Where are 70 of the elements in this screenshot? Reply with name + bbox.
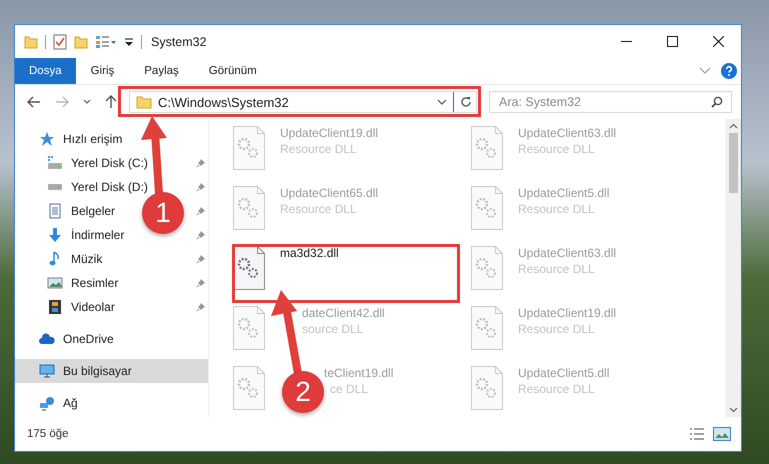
scroll-up-icon[interactable] — [728, 123, 738, 129]
file-type: Resource DLL — [280, 202, 357, 216]
ribbon-tab[interactable]: Paylaş — [129, 58, 194, 84]
monitor-icon — [39, 363, 55, 379]
gear-file-icon — [233, 186, 265, 230]
sidebar-item[interactable]: Bu bilgisayar — [63, 364, 132, 378]
gear-file-icon — [233, 306, 265, 350]
picture-icon — [47, 275, 63, 291]
scrollbar[interactable] — [725, 119, 741, 417]
recent-dropdown-icon[interactable] — [83, 99, 91, 105]
file-type: Resource DLL — [518, 382, 595, 396]
sidebar-item[interactable]: OneDrive — [63, 332, 114, 346]
file-type: Resource DLL — [518, 322, 595, 336]
document-icon — [47, 203, 63, 219]
sidebar-item[interactable]: Ağ — [63, 396, 78, 410]
file-type: Resource DLL — [518, 202, 595, 216]
window-title: System32 — [151, 34, 207, 48]
close-icon — [712, 36, 724, 47]
down-arrow-icon — [47, 227, 63, 243]
selected-row-highlight[interactable]: Bu bilgisayar — [15, 359, 208, 383]
sidebar-item[interactable]: Müzik — [71, 252, 102, 266]
chevron-down-icon[interactable] — [437, 99, 447, 105]
sidebar-item[interactable]: İndirmeler — [71, 228, 124, 242]
large-icons-view-icon[interactable] — [713, 427, 731, 441]
refresh-icon[interactable] — [460, 96, 472, 108]
gear-file-icon — [471, 246, 503, 290]
sidebar-item[interactable]: Yerel Disk (C:) — [71, 156, 148, 170]
ribbon-tab[interactable]: Dosya — [15, 58, 76, 84]
film-icon — [47, 299, 63, 315]
scroll-thumb[interactable] — [728, 133, 738, 193]
gear-file-icon — [471, 126, 503, 170]
file-type: source DLL — [302, 322, 364, 336]
gear-file-icon — [233, 366, 265, 410]
gear-file-icon — [471, 186, 503, 230]
sidebar-item[interactable]: Yerel Disk (D:) — [71, 180, 148, 194]
ribbon-tab[interactable]: Görünüm — [194, 58, 272, 84]
properties-icon[interactable] — [53, 34, 67, 50]
drive-icon — [48, 184, 62, 190]
gear-file-icon — [471, 306, 503, 350]
ribbon-tab[interactable]: Giriş — [76, 58, 130, 84]
network-icon — [39, 395, 55, 411]
up-arrow-icon[interactable] — [105, 95, 117, 109]
cloud-icon — [39, 331, 55, 347]
item-count: 175 öğe — [27, 428, 69, 440]
file-type: Resource DLL — [518, 262, 595, 276]
file-type: Resource DLL — [518, 142, 595, 156]
dropdown-icon[interactable] — [124, 36, 134, 48]
sidebar-item[interactable]: Videolar — [71, 300, 115, 314]
help-icon[interactable] — [721, 63, 737, 79]
drive-icon — [47, 155, 63, 171]
scroll-down-icon[interactable] — [728, 407, 738, 413]
sidebar-item[interactable]: Hızlı erişim — [63, 132, 122, 146]
sidebar-item[interactable]: Resimler — [71, 276, 118, 290]
file-name[interactable]: ma3d32.dll — [280, 246, 339, 260]
folder-icon — [136, 95, 152, 109]
details-view-icon[interactable] — [689, 427, 705, 441]
file-type: ce DLL — [330, 382, 368, 396]
back-arrow-icon[interactable] — [27, 96, 41, 108]
gear-file-icon — [233, 126, 265, 170]
address-bar[interactable]: C:\Windows\System32 — [129, 91, 477, 113]
address-path: C:\Windows\System32 — [158, 94, 290, 110]
maximize-icon — [666, 36, 678, 47]
file-type: Resource DLL — [280, 142, 357, 156]
list-view-icon[interactable] — [95, 34, 117, 48]
gear-file-icon — [471, 366, 503, 410]
gear-file-icon — [233, 246, 265, 290]
search-icon — [711, 96, 723, 108]
star-icon — [39, 131, 55, 147]
sidebar-item[interactable]: Belgeler — [71, 204, 116, 218]
search-field[interactable]: Ara: System32 — [489, 91, 732, 113]
